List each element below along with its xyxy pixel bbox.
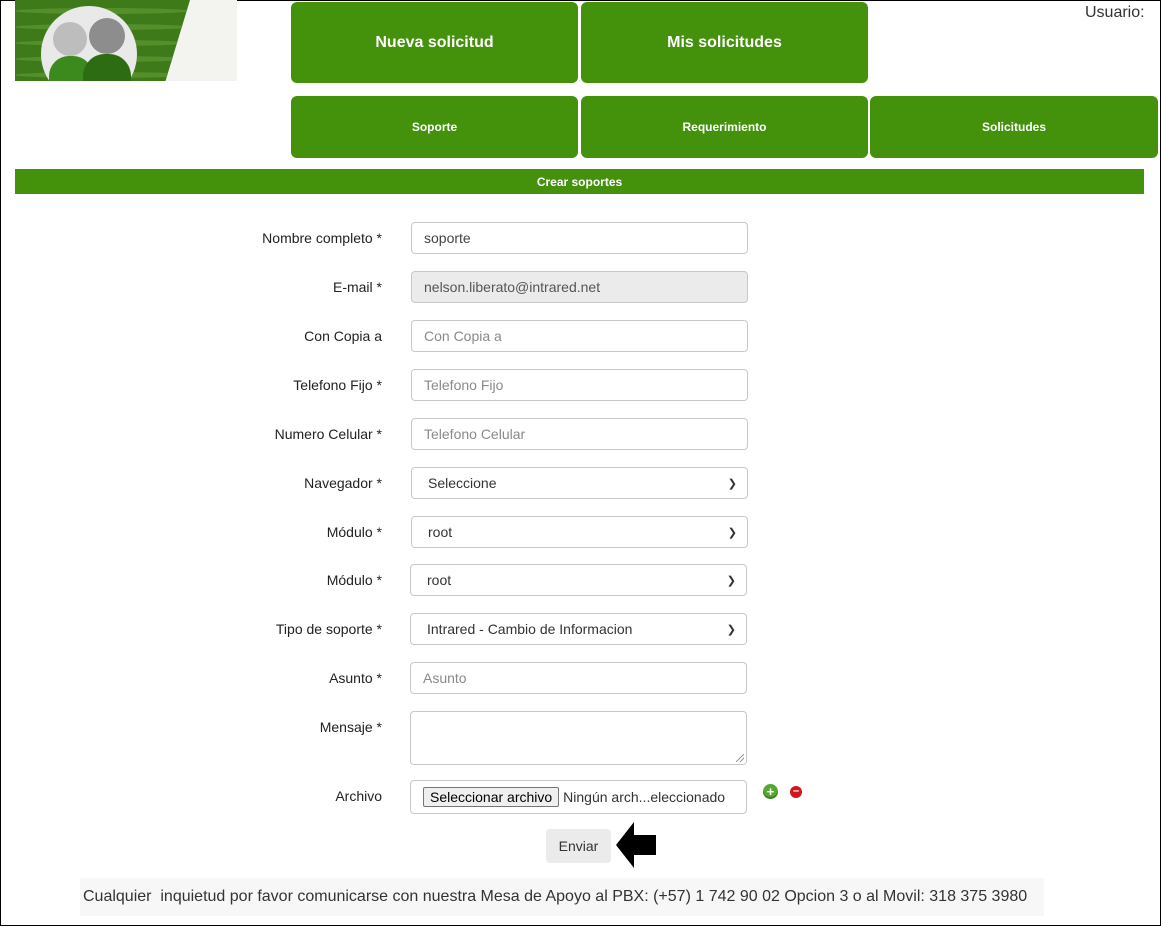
seleccionar-archivo-button[interactable]: Seleccionar archivo — [423, 787, 560, 807]
nav-mis-solicitudes[interactable]: Mis solicitudes — [581, 2, 868, 83]
logo — [15, 0, 237, 81]
chevron-down-icon: ❯ — [726, 574, 736, 587]
label-modulo-1: Módulo * — [326, 524, 382, 540]
archivo-status: Ningún arch...eleccionado — [563, 789, 726, 805]
enviar-button[interactable]: Enviar — [546, 829, 611, 863]
label-archivo: Archivo — [335, 788, 382, 804]
modulo-select-2[interactable]: root ❯ — [410, 564, 747, 596]
telefono-input[interactable]: Telefono Fijo — [411, 369, 748, 401]
add-file-icon[interactable]: + — [763, 784, 778, 799]
label-modulo-2: Módulo * — [326, 572, 382, 588]
tab-requerimiento[interactable]: Requerimiento — [581, 96, 868, 158]
mensaje-textarea[interactable] — [410, 711, 747, 765]
asunto-input[interactable]: Asunto — [410, 662, 747, 694]
label-navegador: Navegador * — [304, 475, 382, 491]
arrow-left-icon — [616, 822, 656, 868]
label-celular: Numero Celular * — [274, 426, 382, 442]
label-tipo-soporte: Tipo de soporte * — [275, 621, 382, 637]
nav-nueva-solicitud[interactable]: Nueva solicitud — [291, 2, 578, 83]
tab-solicitudes[interactable]: Solicitudes — [870, 96, 1158, 158]
label-mensaje: Mensaje * — [319, 719, 382, 735]
navegador-select[interactable]: Seleccione ❯ — [411, 467, 748, 499]
email-field[interactable]: nelson.liberato@intrared.net — [411, 271, 748, 303]
label-nombre: Nombre completo * — [262, 230, 382, 246]
tipo-soporte-select[interactable]: Intrared - Cambio de Informacion ❯ — [410, 613, 747, 645]
label-email: E-mail * — [332, 279, 382, 295]
usuario-label: Usuario: — [1085, 4, 1145, 21]
copia-input[interactable]: Con Copia a — [411, 320, 748, 352]
footer-contact: Cualquier inquietud por favor comunicars… — [80, 878, 1044, 916]
chevron-down-icon: ❯ — [727, 477, 737, 490]
celular-input[interactable]: Telefono Celular — [411, 418, 748, 450]
modulo-value-1: root — [428, 524, 453, 540]
archivo-input[interactable]: Seleccionar archivo Ningún arch...elecci… — [410, 780, 747, 814]
modulo-value-2: root — [427, 572, 452, 588]
section-title: Crear soportes — [15, 169, 1144, 194]
remove-file-icon[interactable]: – — [790, 786, 802, 798]
label-asunto: Asunto * — [329, 670, 382, 686]
tipo-soporte-value: Intrared - Cambio de Informacion — [427, 621, 633, 637]
chevron-down-icon: ❯ — [727, 526, 737, 539]
label-telefono: Telefono Fijo * — [293, 377, 382, 393]
tab-soporte[interactable]: Soporte — [291, 96, 578, 158]
modulo-select-1[interactable]: root ❯ — [411, 516, 748, 548]
nombre-input[interactable]: soporte — [411, 222, 748, 254]
chevron-down-icon: ❯ — [726, 623, 736, 636]
resize-handle-icon[interactable] — [736, 754, 744, 762]
label-copia: Con Copia a — [304, 328, 382, 344]
navegador-value: Seleccione — [428, 475, 497, 491]
